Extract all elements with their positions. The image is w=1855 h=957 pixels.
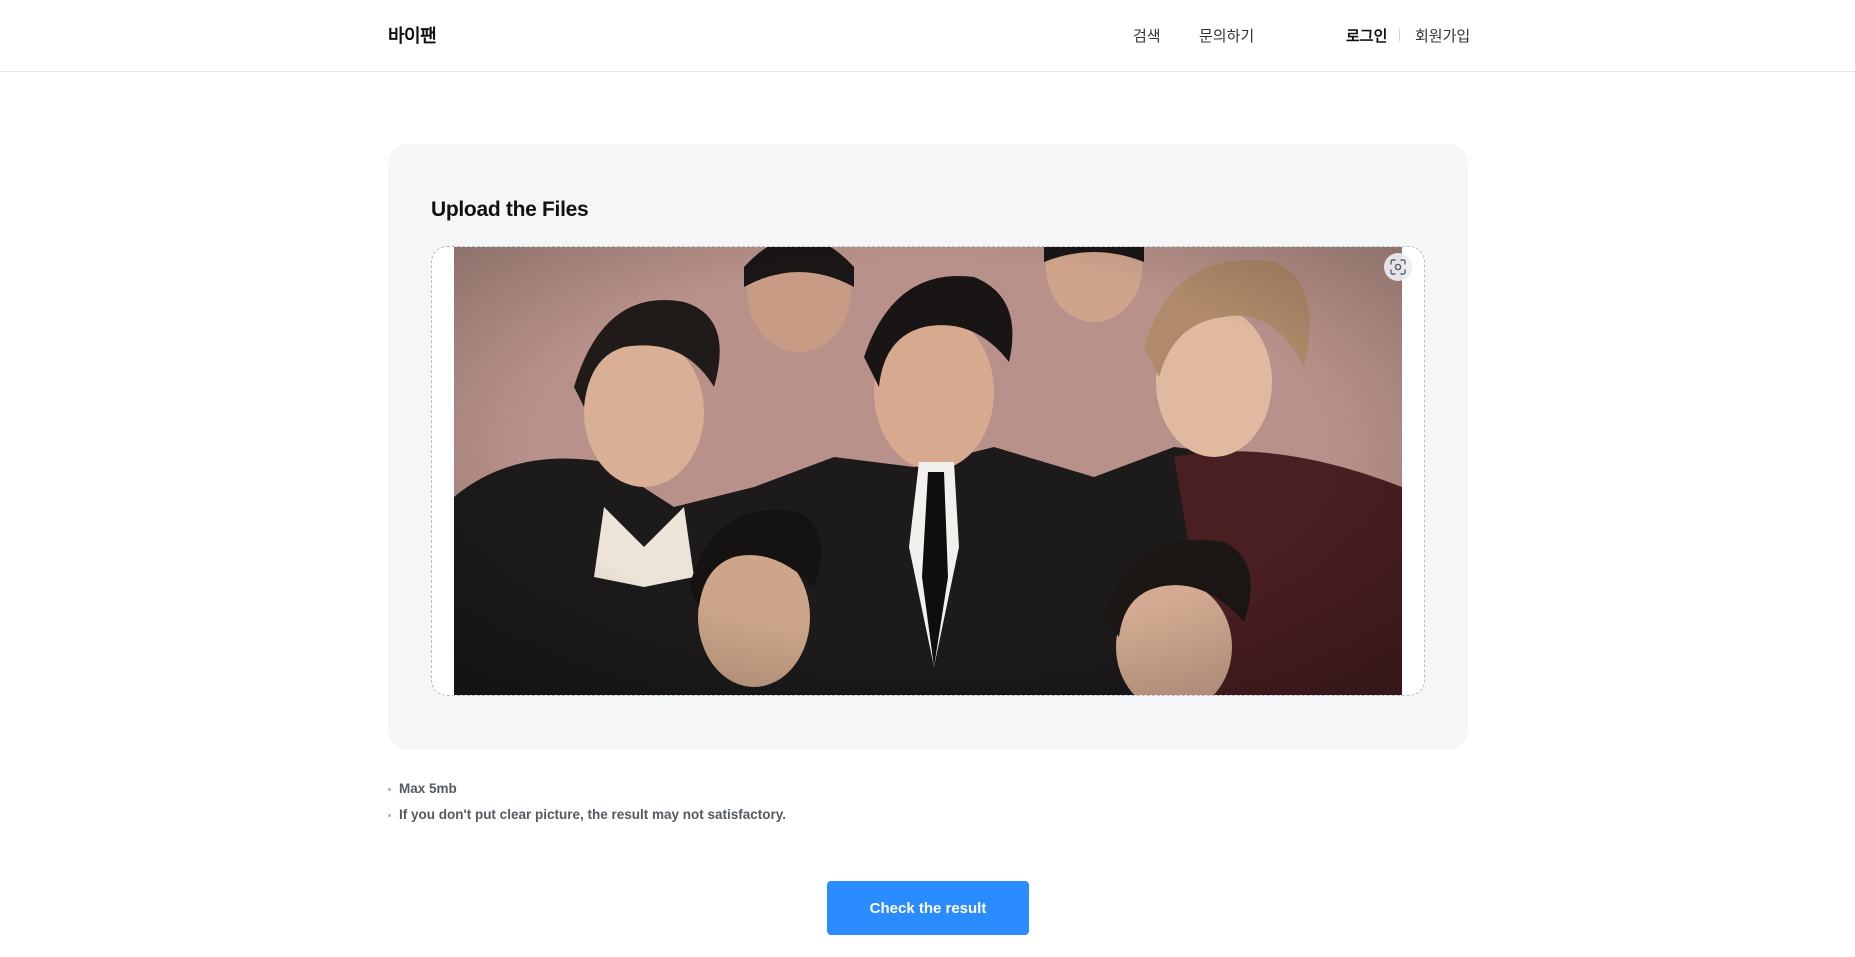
top-header: 바이팬 검색 문의하기 로그인 회원가입 [0,0,1855,72]
note-clear-picture: If you don't put clear picture, the resu… [388,802,786,828]
check-result-button[interactable]: Check the result [827,881,1029,935]
nav-inquiry-link[interactable]: 문의하기 [1199,25,1254,46]
nav-search-link[interactable]: 검색 [1133,25,1161,46]
upload-notes: Max 5mb If you don't put clear picture, … [388,776,786,828]
uploaded-photo-preview [454,247,1402,695]
nav-divider [1399,29,1400,41]
note-max-size: Max 5mb [388,776,786,802]
nav-signup-link[interactable]: 회원가입 [1415,25,1470,46]
scan-icon[interactable] [1384,253,1412,281]
nav-login-link[interactable]: 로그인 [1346,25,1387,46]
photo-illustration [454,247,1402,695]
file-dropzone[interactable] [431,246,1425,696]
scan-icon-glyph [1390,259,1406,275]
site-logo[interactable]: 바이팬 [388,22,437,48]
upload-panel: Upload the Files [388,144,1468,750]
upload-title: Upload the Files [431,198,589,221]
